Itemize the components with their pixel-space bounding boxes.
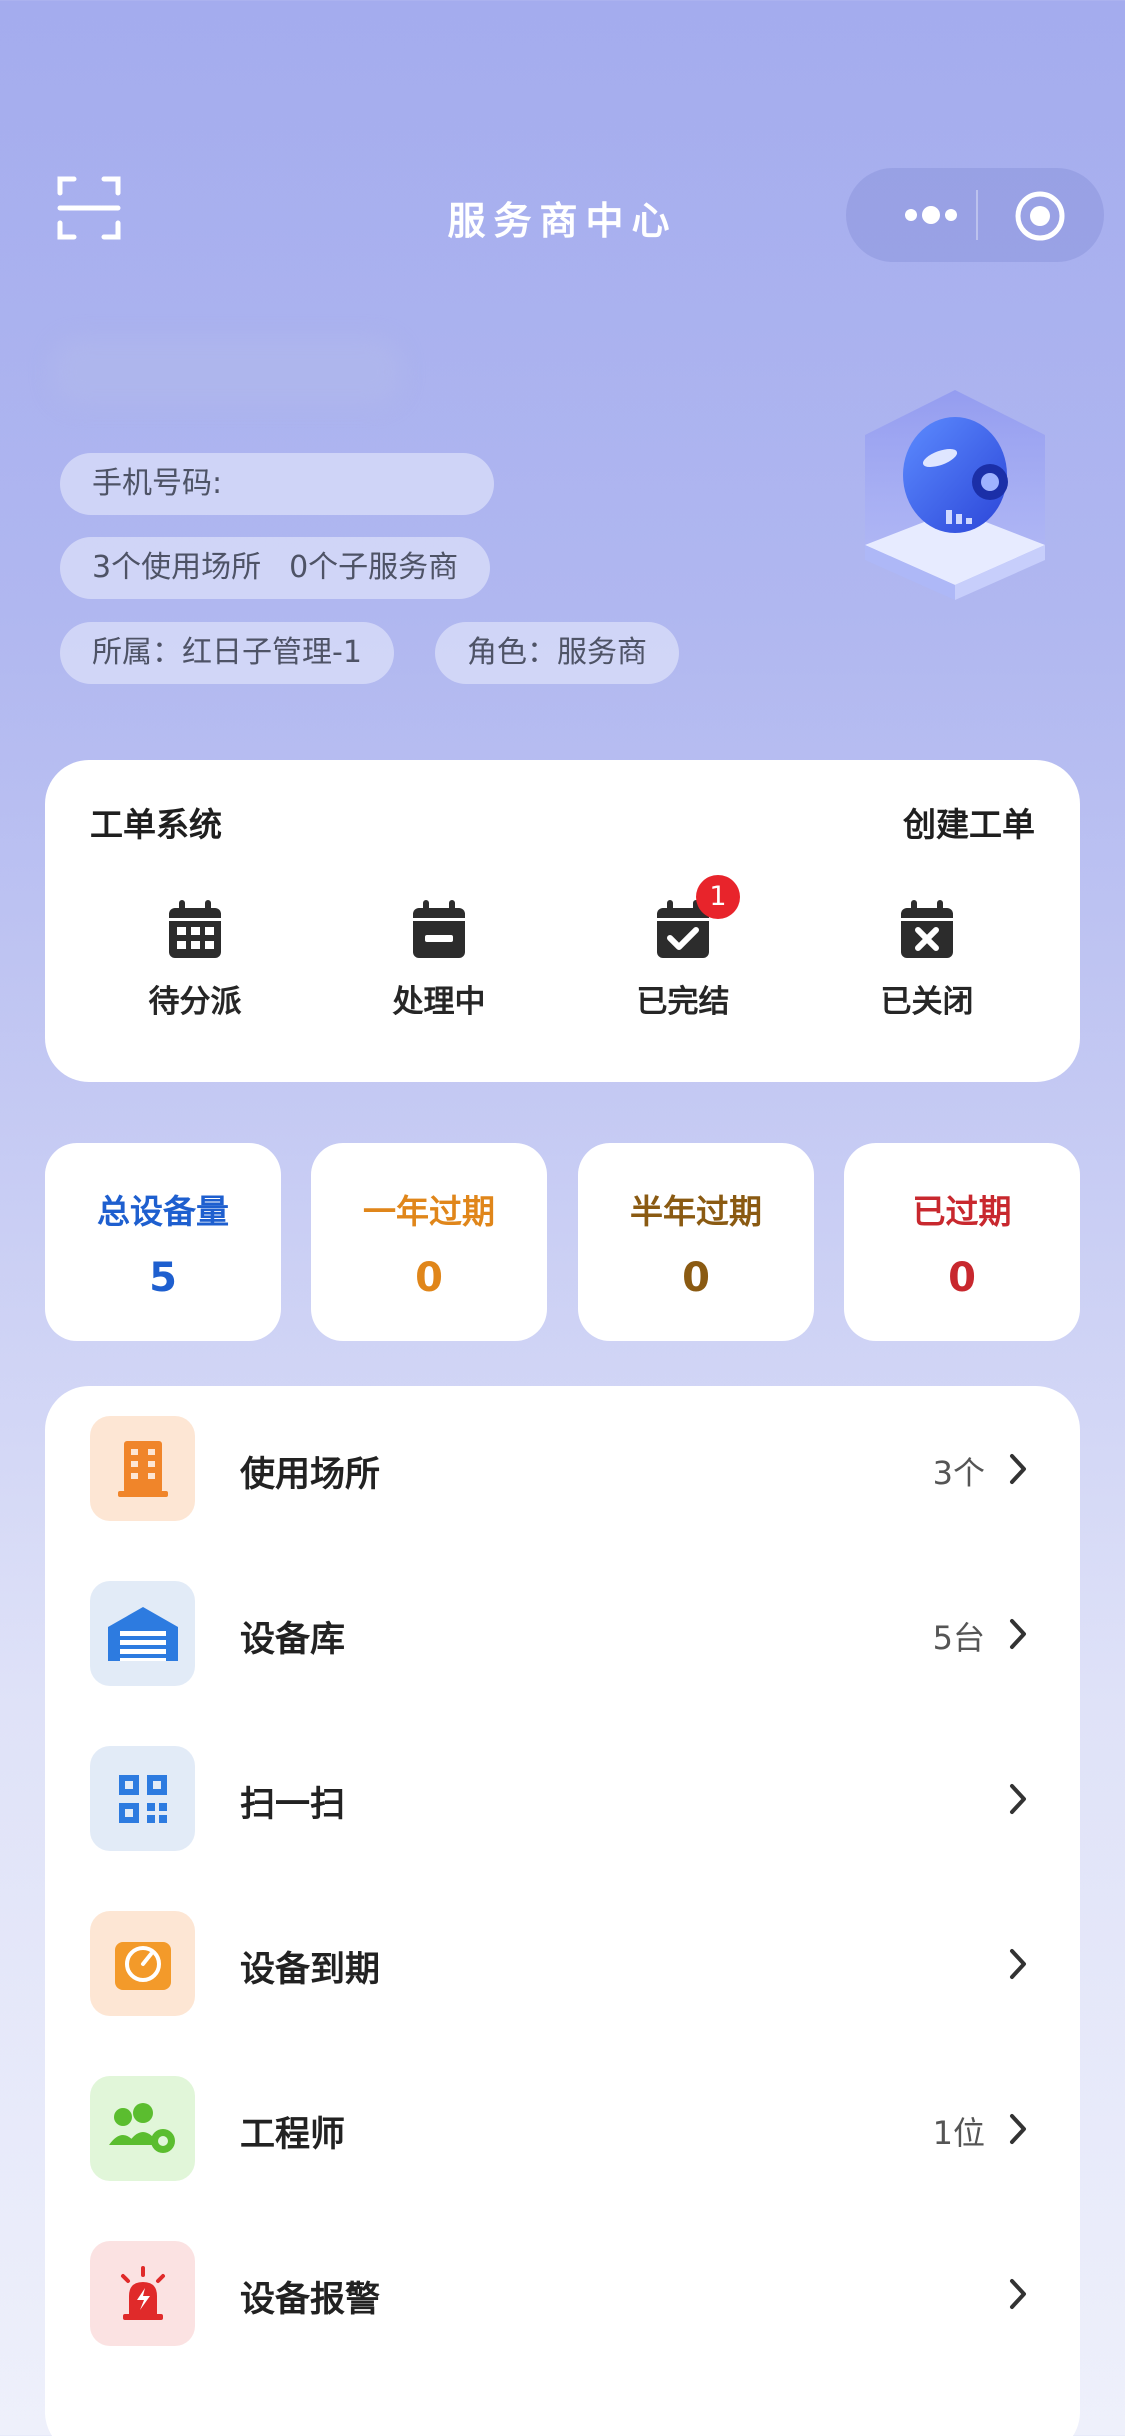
stat-expired[interactable]: 已过期 0 <box>844 1143 1080 1341</box>
menu-card: 使用场所 3个 设备库 5台 扫一扫 设备到期 工程师 1位 设备报警 <box>45 1386 1080 2436</box>
menu-item-name: 设备库 <box>240 1620 346 1660</box>
menu-item-value: 5台 <box>932 1619 985 1657</box>
work-order-title: 工单系统 <box>90 805 222 844</box>
wo-closed-label: 已关闭 <box>880 984 974 1020</box>
chevron-right-icon <box>1010 1949 1026 1979</box>
stat-value: 0 <box>682 1255 710 1301</box>
stat-title: 总设备量 <box>97 1192 229 1231</box>
stat-title: 半年过期 <box>630 1192 762 1231</box>
calendar-minus-icon <box>413 900 465 958</box>
stat-title: 已过期 <box>912 1192 1012 1231</box>
mini-program-capsule <box>846 168 1104 262</box>
more-options-icon[interactable] <box>886 196 976 234</box>
calendar-x-icon <box>901 900 953 958</box>
menu-item-scan[interactable]: 扫一扫 <box>45 1716 1080 1881</box>
completed-count-badge: 1 <box>696 875 740 919</box>
warehouse-icon <box>90 1581 195 1686</box>
menu-item-name: 设备报警 <box>240 2280 381 2320</box>
robot-illustration-icon <box>840 380 1070 620</box>
qr-code-icon <box>90 1746 195 1851</box>
stat-expire-half-year[interactable]: 半年过期 0 <box>578 1143 814 1341</box>
menu-item-venues[interactable]: 使用场所 3个 <box>45 1386 1080 1551</box>
sub-providers-count: 0个子服务商 <box>289 550 459 585</box>
counts-chip: 3个使用场所 0个子服务商 <box>60 537 491 599</box>
stat-total-devices[interactable]: 总设备量 5 <box>45 1143 281 1341</box>
wo-completed[interactable]: 1 已完结 <box>583 875 783 1021</box>
menu-item-device-alarm[interactable]: 设备报警 <box>45 2211 1080 2376</box>
close-target-icon[interactable] <box>1014 190 1066 242</box>
chevron-right-icon <box>1010 1619 1026 1649</box>
engineers-icon <box>90 2076 195 2181</box>
wo-pending-dispatch[interactable]: 待分派 <box>95 900 295 1021</box>
building-icon <box>90 1416 195 1521</box>
menu-item-name: 扫一扫 <box>240 1785 346 1825</box>
chevron-right-icon <box>1010 2279 1026 2309</box>
menu-item-value: 3个 <box>932 1454 985 1492</box>
wo-completed-label: 已完结 <box>636 984 730 1020</box>
menu-item-name: 设备到期 <box>240 1950 381 1990</box>
work-order-card: 工单系统 创建工单 待分派 处理中 1 已完结 已关闭 <box>45 760 1080 1082</box>
capsule-divider <box>976 190 978 240</box>
menu-item-device-expiry[interactable]: 设备到期 <box>45 1881 1080 2046</box>
venues-count: 3个使用场所 <box>92 550 262 585</box>
role-chip: 角色：服务商 <box>435 622 679 684</box>
wo-pending-label: 待分派 <box>148 984 242 1020</box>
top-bar: 服务商中心 <box>0 0 1125 270</box>
menu-item-value: 1位 <box>932 2114 985 2152</box>
chevron-right-icon <box>1010 2114 1026 2144</box>
chevron-right-icon <box>1010 1784 1026 1814</box>
gauge-icon <box>90 1911 195 2016</box>
menu-item-name: 使用场所 <box>240 1455 381 1495</box>
stat-value: 0 <box>415 1255 443 1301</box>
wo-processing[interactable]: 处理中 <box>339 900 539 1021</box>
blurred-user-name <box>52 338 402 406</box>
chevron-right-icon <box>1010 1454 1026 1484</box>
stat-value: 0 <box>948 1255 976 1301</box>
menu-item-name: 工程师 <box>240 2115 346 2155</box>
menu-item-engineers[interactable]: 工程师 1位 <box>45 2046 1080 2211</box>
phone-chip: 手机号码: <box>60 453 494 515</box>
calendar-grid-icon <box>169 900 221 958</box>
stat-value: 5 <box>149 1255 177 1301</box>
alarm-icon <box>90 2241 195 2346</box>
owner-chip: 所属：红日子管理-1 <box>60 622 394 684</box>
wo-processing-label: 处理中 <box>392 984 486 1020</box>
stat-title: 一年过期 <box>363 1192 495 1231</box>
menu-item-device-library[interactable]: 设备库 5台 <box>45 1551 1080 1716</box>
wo-closed[interactable]: 已关闭 <box>827 900 1027 1021</box>
stat-expire-one-year[interactable]: 一年过期 0 <box>311 1143 547 1341</box>
create-work-order-link[interactable]: 创建工单 <box>903 798 1035 846</box>
